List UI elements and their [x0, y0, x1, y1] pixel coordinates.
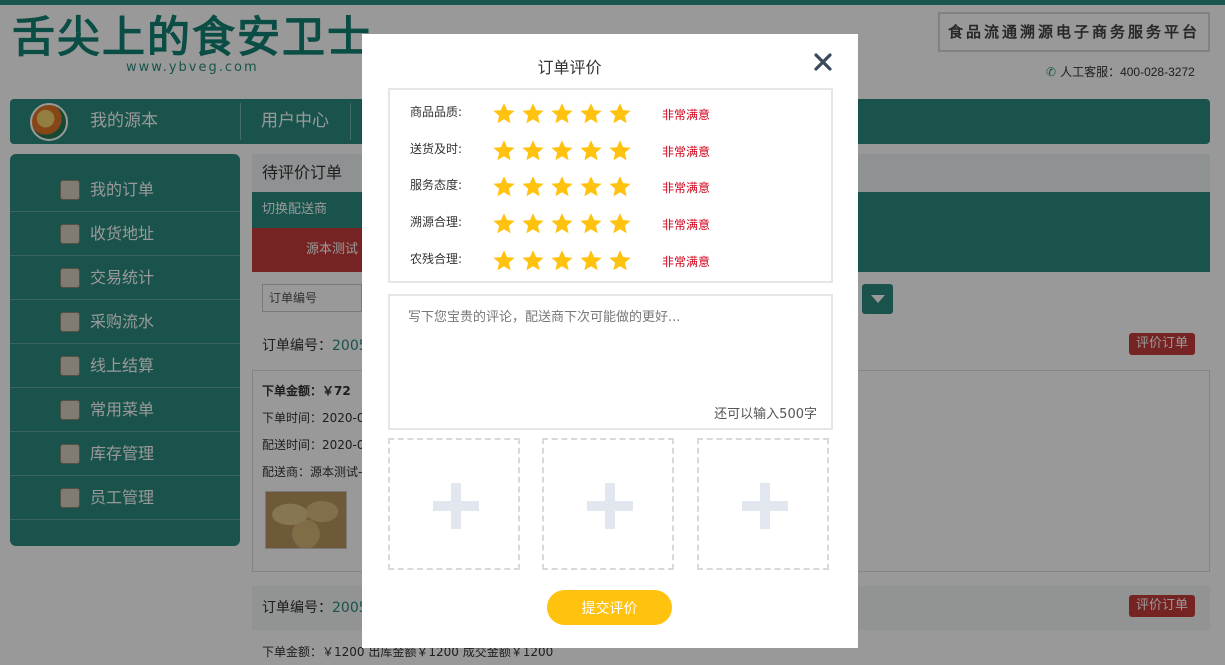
rating-label: 溯源合理:	[410, 215, 463, 229]
star-icon[interactable]	[579, 102, 603, 126]
plus-icon	[742, 483, 788, 529]
star-icon[interactable]	[608, 175, 632, 199]
star-icon[interactable]	[521, 212, 545, 236]
star-icon[interactable]	[608, 249, 632, 273]
close-icon[interactable]	[811, 50, 835, 74]
star-icon[interactable]	[579, 139, 603, 163]
rating-label: 农残合理:	[410, 252, 463, 266]
rating-row-quality: 商品品质: 非常满意	[390, 102, 831, 132]
star-icon[interactable]	[492, 249, 516, 273]
star-icon[interactable]	[492, 212, 516, 236]
plus-icon	[587, 483, 633, 529]
star-icon[interactable]	[608, 139, 632, 163]
star-icon[interactable]	[550, 102, 574, 126]
comment-box: 还可以输入500字	[388, 294, 833, 430]
star-icon[interactable]	[521, 175, 545, 199]
rating-row-traceability: 溯源合理: 非常满意	[390, 212, 831, 242]
star-icon[interactable]	[492, 139, 516, 163]
plus-icon	[433, 483, 479, 529]
image-upload-slot[interactable]	[542, 438, 674, 570]
rating-row-delivery: 送货及时: 非常满意	[390, 139, 831, 169]
star-icon[interactable]	[550, 139, 574, 163]
rating-panel: 商品品质: 非常满意 送货及时: 非常满意 服务态度: 非常满意 溯源合理: 非…	[388, 88, 833, 283]
comment-textarea[interactable]	[408, 306, 808, 396]
star-icon[interactable]	[550, 249, 574, 273]
star-icon[interactable]	[521, 139, 545, 163]
rating-text: 非常满意	[662, 181, 711, 195]
rating-label: 商品品质:	[410, 105, 463, 119]
order-review-modal: 订单评价 商品品质: 非常满意 送货及时: 非常满意 服务态度: 非常满意 溯源…	[362, 34, 858, 648]
star-icon[interactable]	[579, 212, 603, 236]
star-icon[interactable]	[492, 175, 516, 199]
image-upload-slot[interactable]	[697, 438, 829, 570]
star-icon[interactable]	[550, 175, 574, 199]
rating-label: 送货及时:	[410, 142, 463, 156]
rating-row-service: 服务态度: 非常满意	[390, 175, 831, 205]
submit-review-button[interactable]: 提交评价	[547, 590, 672, 625]
star-icon[interactable]	[608, 212, 632, 236]
char-count: 还可以输入500字	[714, 407, 817, 422]
image-upload-slot[interactable]	[388, 438, 520, 570]
star-icon[interactable]	[579, 249, 603, 273]
star-icon[interactable]	[550, 212, 574, 236]
star-icon[interactable]	[579, 175, 603, 199]
star-icon[interactable]	[608, 102, 632, 126]
rating-text: 非常满意	[662, 145, 711, 159]
rating-row-pesticide: 农残合理: 非常满意	[390, 249, 831, 279]
star-icon[interactable]	[492, 102, 516, 126]
star-icon[interactable]	[521, 249, 545, 273]
rating-text: 非常满意	[662, 108, 711, 122]
rating-text: 非常满意	[662, 218, 711, 232]
rating-label: 服务态度:	[410, 178, 463, 192]
star-icon[interactable]	[521, 102, 545, 126]
rating-text: 非常满意	[662, 255, 711, 269]
modal-title: 订单评价	[537, 58, 602, 77]
